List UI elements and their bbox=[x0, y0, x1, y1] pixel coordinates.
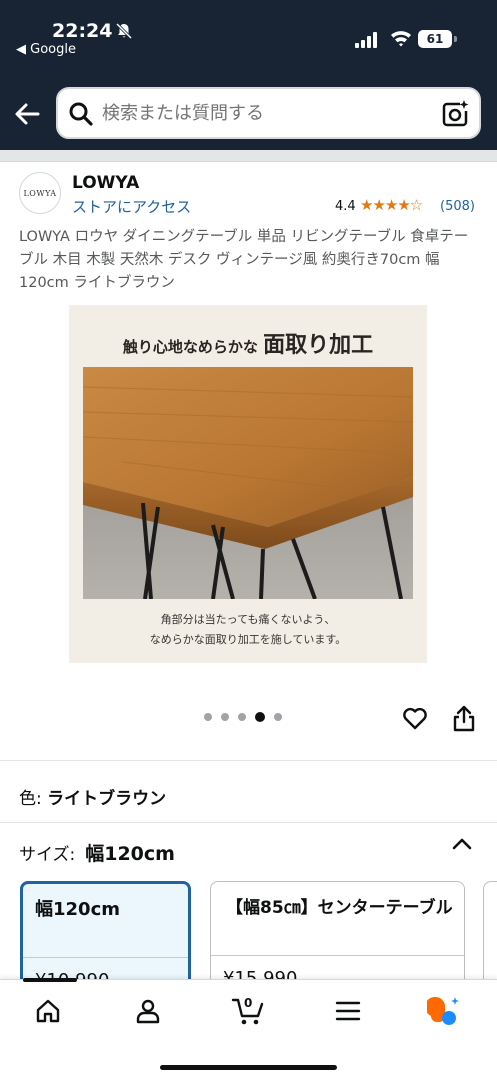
home-indicator-bar bbox=[160, 1065, 337, 1070]
nav-account[interactable] bbox=[124, 994, 172, 1028]
pager-dot[interactable] bbox=[221, 713, 229, 721]
image-caption-line1: 角部分は当たっても痛くないよう、 bbox=[160, 613, 336, 626]
size-option-label: 【幅85㎝】センターテーブル bbox=[226, 898, 453, 918]
color-label: 色: bbox=[19, 789, 48, 809]
nav-home[interactable] bbox=[24, 994, 72, 1028]
wifi-icon bbox=[391, 31, 411, 47]
size-option-label: 幅120cm bbox=[35, 899, 120, 920]
bottom-navigation: 0 bbox=[0, 978, 497, 1080]
back-arrow-icon[interactable] bbox=[12, 98, 44, 130]
search-input[interactable] bbox=[102, 103, 422, 124]
header-divider bbox=[0, 150, 497, 162]
store-name: LOWYA bbox=[72, 173, 140, 193]
image-caption-line2: なめらかな面取り加工を施しています。 bbox=[149, 633, 347, 646]
menu-icon bbox=[335, 1001, 361, 1021]
color-selection: 色: ライトブラウン bbox=[19, 784, 166, 809]
chevron-up-icon[interactable] bbox=[451, 836, 473, 852]
nav-cart[interactable]: 0 bbox=[224, 994, 272, 1028]
image-heading: 触り心地なめらかな 面取り加工 bbox=[69, 327, 427, 359]
size-value: 幅120cm bbox=[85, 843, 175, 865]
rating-count-link[interactable]: (508) bbox=[440, 199, 475, 214]
visit-store-link[interactable]: ストアにアクセス bbox=[72, 196, 191, 217]
card-divider bbox=[211, 955, 464, 956]
size-selection[interactable]: サイズ: 幅120cm bbox=[19, 839, 175, 866]
active-tab-indicator bbox=[23, 978, 77, 982]
pager-dot[interactable] bbox=[204, 713, 212, 721]
share-icon[interactable] bbox=[451, 704, 477, 732]
home-icon bbox=[36, 999, 60, 1023]
color-value: ライトブラウン bbox=[47, 789, 167, 809]
product-title: LOWYA ロウヤ ダイニングテーブル 単品 リビングテーブル 食卓テーブル 木… bbox=[19, 229, 469, 291]
size-option-selected[interactable]: 幅120cm ¥10,990 bbox=[20, 881, 191, 991]
search-icon bbox=[69, 102, 93, 126]
separator bbox=[0, 822, 497, 823]
image-heading-small: 触り心地なめらかな bbox=[122, 338, 264, 356]
cellular-signal-icon bbox=[355, 32, 377, 48]
card-divider bbox=[23, 957, 188, 958]
pager-dot-active[interactable] bbox=[255, 712, 265, 722]
battery-indicator: 61 bbox=[418, 30, 452, 48]
bell-muted-icon bbox=[115, 22, 133, 40]
separator bbox=[0, 760, 497, 761]
camera-search-icon[interactable] bbox=[440, 99, 470, 129]
size-option[interactable]: 【幅85㎝】センターテーブル ¥15,990 bbox=[210, 881, 465, 991]
top-header: 22:24 ◀ Google 61 bbox=[0, 0, 497, 150]
battery-nub bbox=[454, 36, 457, 42]
pager-dot[interactable] bbox=[274, 713, 282, 721]
size-label: サイズ: bbox=[19, 845, 76, 865]
product-image[interactable]: 触り心地なめらかな 面取り加工 角部分は当たっても痛くないよう、 なめらかな面取… bbox=[69, 305, 427, 663]
search-bar[interactable] bbox=[56, 87, 481, 139]
cart-count: 0 bbox=[244, 996, 253, 1010]
rufus-assistant-icon bbox=[427, 996, 459, 1025]
image-heading-big: 面取り加工 bbox=[263, 333, 374, 358]
status-time: 22:24 bbox=[52, 20, 113, 42]
pager-dot[interactable] bbox=[238, 713, 246, 721]
nav-rufus[interactable] bbox=[420, 994, 468, 1028]
table-corner-photo bbox=[83, 367, 413, 599]
account-icon bbox=[136, 999, 160, 1024]
store-logo[interactable]: LOWYA bbox=[19, 172, 61, 214]
back-to-google-link[interactable]: ◀ Google bbox=[16, 42, 76, 57]
nav-menu[interactable] bbox=[324, 994, 372, 1028]
heart-icon[interactable] bbox=[401, 704, 429, 732]
size-option-partial[interactable] bbox=[483, 881, 497, 991]
rating-value: 4.4 bbox=[335, 199, 356, 214]
image-pager-dots[interactable] bbox=[204, 712, 282, 722]
rating-stars[interactable]: ★★★★☆ bbox=[360, 196, 423, 214]
image-caption: 角部分は当たっても痛くないよう、 なめらかな面取り加工を施しています。 bbox=[69, 610, 427, 650]
